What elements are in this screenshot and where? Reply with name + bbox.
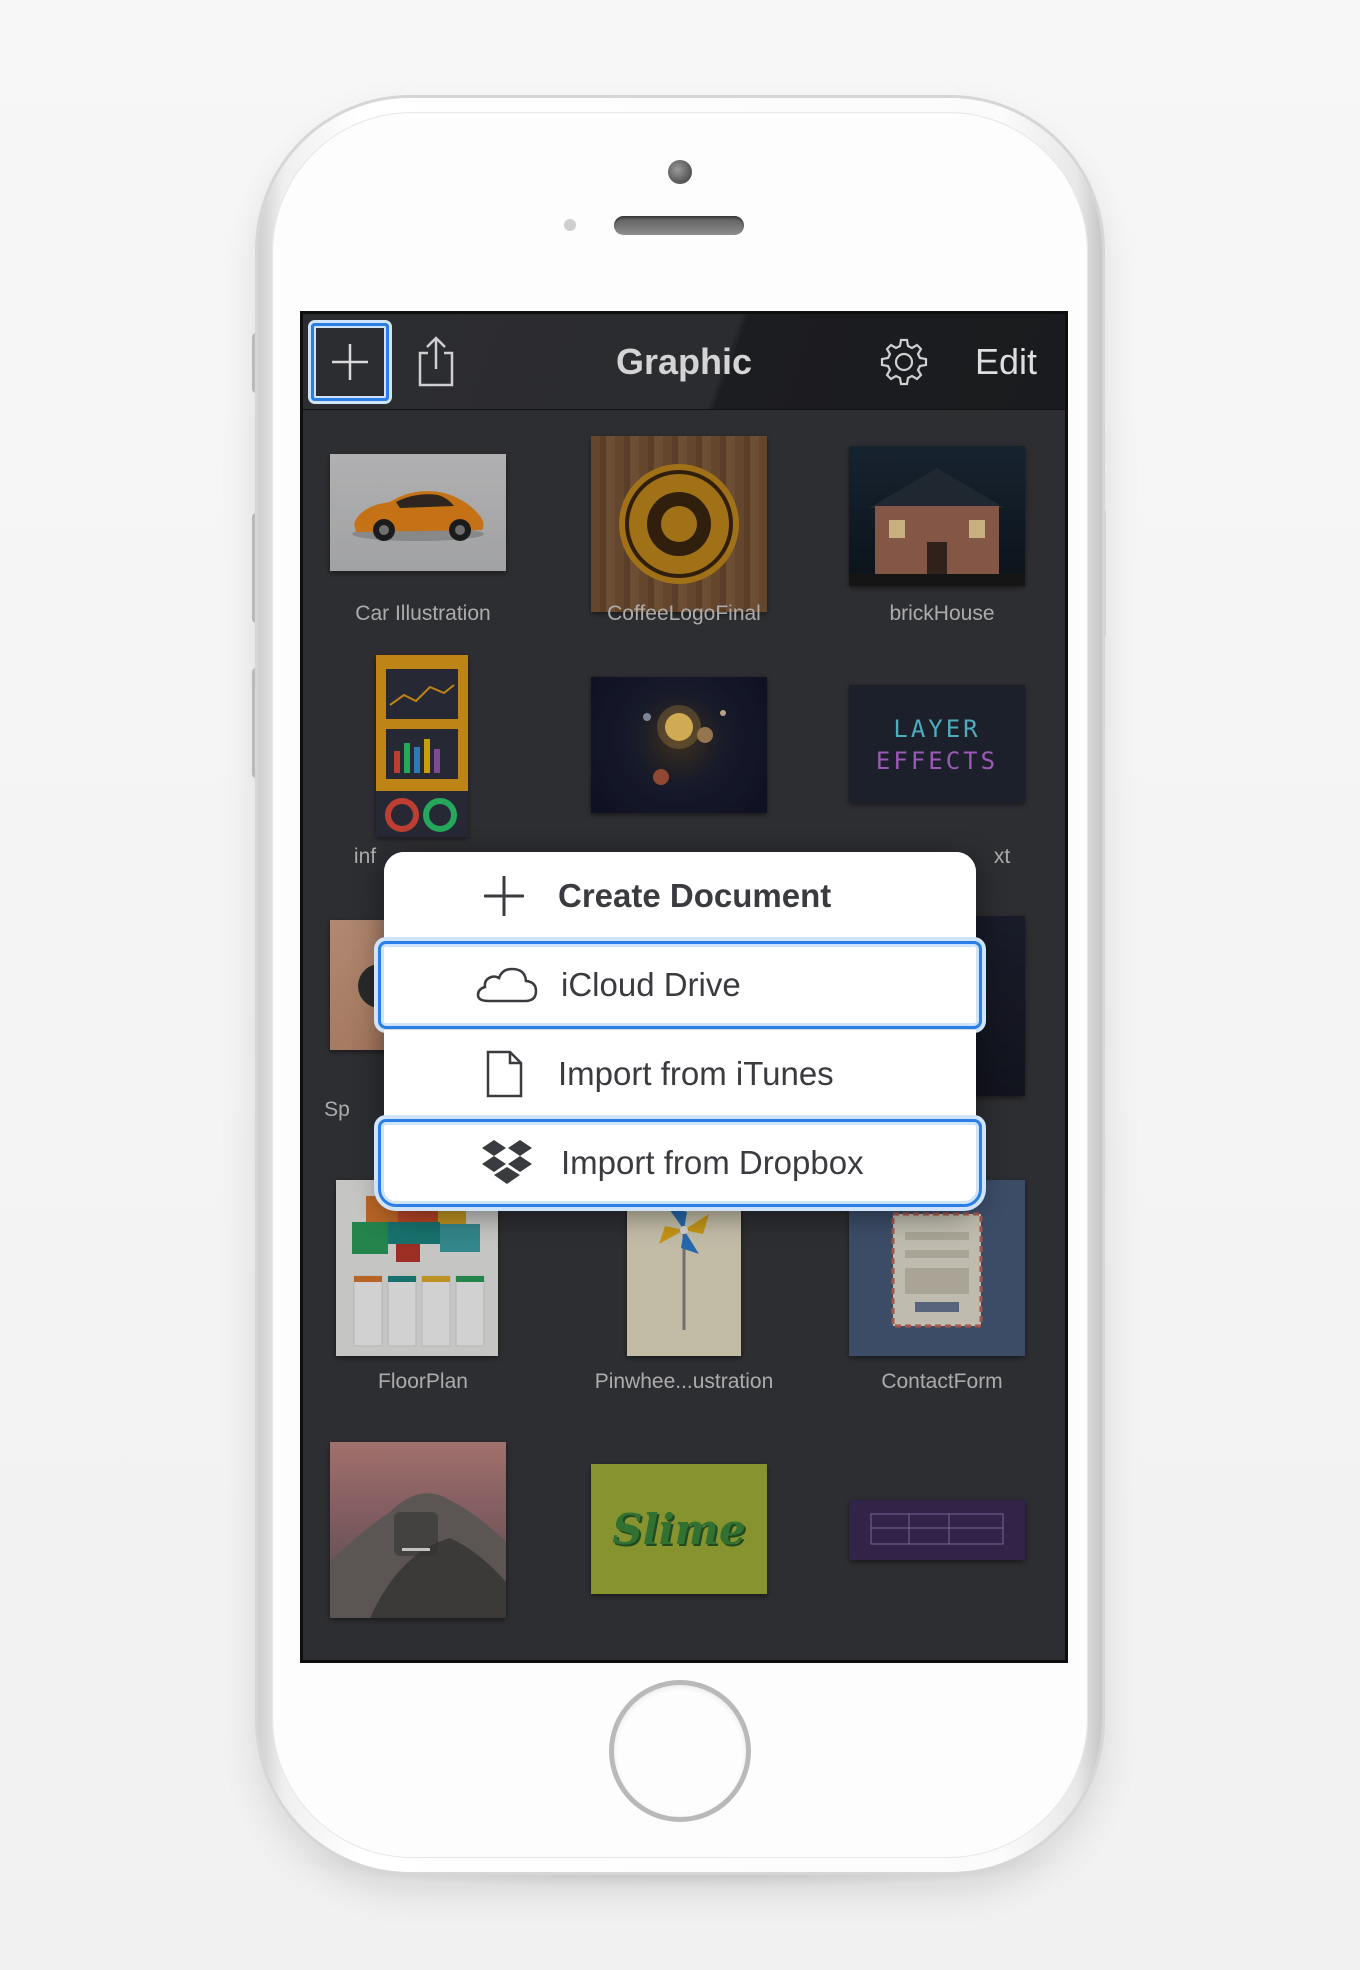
share-button[interactable] — [403, 330, 469, 394]
document-name: Pinwhee...ustration — [594, 1370, 774, 1393]
thumbnail-coffee-logo — [591, 436, 767, 612]
document-name: CoffeeLogoFinal — [607, 602, 761, 625]
gear-icon — [880, 338, 928, 386]
settings-button[interactable] — [871, 330, 937, 394]
thumbnail-blueprint — [849, 1500, 1025, 1560]
thumbnail-solar-system — [591, 677, 767, 813]
page-title: Graphic — [615, 341, 753, 382]
house-image — [849, 468, 1025, 586]
earpiece-speaker — [614, 216, 744, 235]
edit-button[interactable]: Edit — [953, 332, 1059, 392]
share-icon — [418, 336, 454, 387]
navigation-bar: Graphic Edit — [303, 314, 1065, 410]
import-dropbox-item[interactable]: Import from Dropbox — [378, 1119, 982, 1207]
mountain-image — [330, 1493, 506, 1618]
document-tile-infographic[interactable]: inf — [308, 655, 538, 868]
infographic-image — [376, 669, 468, 837]
thumbnail-car — [330, 454, 506, 571]
document-tile-layer-effects[interactable]: LAYER EFFECTS xt — [827, 655, 1057, 868]
document-name: ContactForm — [881, 1370, 1003, 1393]
document-tile-contact-form[interactable]: ContactForm — [827, 1180, 1057, 1393]
thumbnail-infographic — [376, 655, 468, 837]
add-button[interactable] — [311, 323, 389, 401]
create-document-item[interactable]: Create Document — [384, 852, 976, 940]
document-name: FloorPlan — [378, 1370, 468, 1393]
new-document-popover: Create Document iCloud Drive Import from… — [378, 852, 982, 1207]
icloud-drive-label: iCloud Drive — [561, 966, 741, 1003]
document-tile-slime[interactable]: Slime — [569, 1442, 799, 1642]
import-itunes-label: Import from iTunes — [558, 1055, 834, 1092]
document-name: Car Illustration — [355, 602, 491, 625]
document-tile-mountain[interactable] — [308, 1442, 538, 1642]
document-tile-car-illustration[interactable]: Car Illustration — [308, 430, 538, 630]
coffee-badge-image — [619, 464, 739, 584]
create-document-label: Create Document — [558, 877, 832, 914]
plus-icon — [464, 873, 544, 919]
import-itunes-item[interactable]: Import from iTunes — [384, 1030, 976, 1118]
proximity-sensor — [564, 219, 576, 231]
document-icon — [464, 1049, 544, 1099]
layer-effects-line2: EFFECTS — [875, 747, 999, 775]
home-button[interactable] — [609, 1680, 751, 1822]
plus-icon — [332, 344, 368, 380]
document-tile-brick-house[interactable]: brickHouse — [827, 430, 1057, 630]
front-camera — [668, 160, 692, 184]
slime-text: Slime — [612, 1504, 746, 1554]
thumbnail-brick-house — [849, 446, 1025, 586]
thumbnail-mountain — [330, 1442, 506, 1618]
layer-effects-line1: LAYER — [893, 715, 981, 743]
document-tile-solar-system[interactable] — [569, 655, 799, 855]
document-tile-floorplan[interactable]: FloorPlan — [308, 1180, 538, 1393]
car-image — [352, 491, 484, 541]
cloud-icon — [467, 965, 547, 1005]
planets-image — [643, 705, 726, 785]
dropbox-icon — [467, 1138, 547, 1188]
blueprint-image — [870, 1513, 1004, 1545]
document-tile-blueprint[interactable] — [827, 1442, 1057, 1642]
document-name: brickHouse — [889, 602, 995, 625]
icloud-drive-item[interactable]: iCloud Drive — [378, 941, 982, 1029]
document-tile-pinwheel[interactable]: Pinwhee...ustration — [569, 1180, 799, 1393]
document-tile-coffee-logo[interactable]: CoffeeLogoFinal — [569, 430, 799, 630]
thumbnail-slime: Slime — [591, 1464, 767, 1594]
thumbnail-layer-effects: LAYER EFFECTS — [849, 685, 1025, 803]
import-dropbox-label: Import from Dropbox — [561, 1144, 864, 1181]
